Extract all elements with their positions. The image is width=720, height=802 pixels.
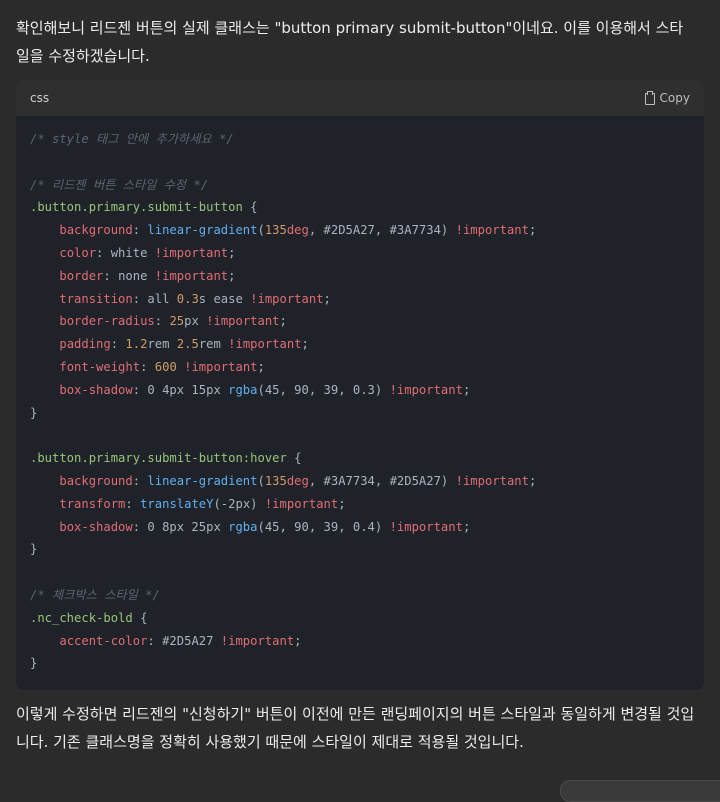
code-line: background: linear-gradient(135deg, #2D5… xyxy=(59,223,537,238)
code-block-header: css Copy xyxy=(16,80,704,116)
code-line: padding: 1.2rem 2.5rem !important; xyxy=(59,337,309,352)
code-line: } xyxy=(30,542,38,557)
copy-button[interactable]: Copy xyxy=(644,91,690,105)
code-line: font-weight: 600 !important; xyxy=(59,359,265,374)
code-line: box-shadow: 0 8px 25px rgba(45, 90, 39, … xyxy=(59,519,471,534)
code-language-label: css xyxy=(30,91,50,105)
assistant-message-outro: 이렇게 수정하면 리드젠의 "신청하기" 버튼이 이전에 만든 랜딩페이지의 버… xyxy=(16,705,695,751)
code-line: } xyxy=(30,405,38,420)
assistant-message-intro: 확인해보니 리드젠 버튼의 실제 클래스는 "button primary su… xyxy=(16,19,684,65)
code-line: background: linear-gradient(135deg, #3A7… xyxy=(59,473,537,488)
code-line: transform: translateY(-2px) !important; xyxy=(59,496,346,511)
code-line: /* 체크박스 스타일 */ xyxy=(30,587,160,602)
code-line: transition: all 0.3s ease !important; xyxy=(59,291,331,306)
code-line: box-shadow: 0 4px 15px rgba(45, 90, 39, … xyxy=(59,382,471,397)
code-block: css Copy /* style 태그 안에 추가하세요 */ /* 리드젠 … xyxy=(16,80,704,690)
code-line: /* style 태그 안에 추가하세요 */ xyxy=(30,132,234,146)
code-line: .button.primary.submit-button:hover { xyxy=(30,451,302,466)
code-line: } xyxy=(30,656,38,671)
code-line: color: white !important; xyxy=(59,245,236,260)
code-line: /* 리드젠 버튼 스타일 수정 */ xyxy=(30,177,209,192)
code-line: border: none !important; xyxy=(59,268,236,283)
copy-button-label: Copy xyxy=(659,91,690,105)
code-line: accent-color: #2D5A27 !important; xyxy=(59,633,302,648)
code-line: .button.primary.submit-button { xyxy=(30,200,258,215)
scroll-to-bottom-button[interactable] xyxy=(560,780,720,802)
code-content[interactable]: /* style 태그 안에 추가하세요 */ /* 리드젠 버튼 스타일 수정… xyxy=(16,116,704,675)
clipboard-icon xyxy=(644,91,655,105)
code-line: border-radius: 25px !important; xyxy=(59,314,287,329)
code-line: .nc_check-bold { xyxy=(30,610,148,625)
